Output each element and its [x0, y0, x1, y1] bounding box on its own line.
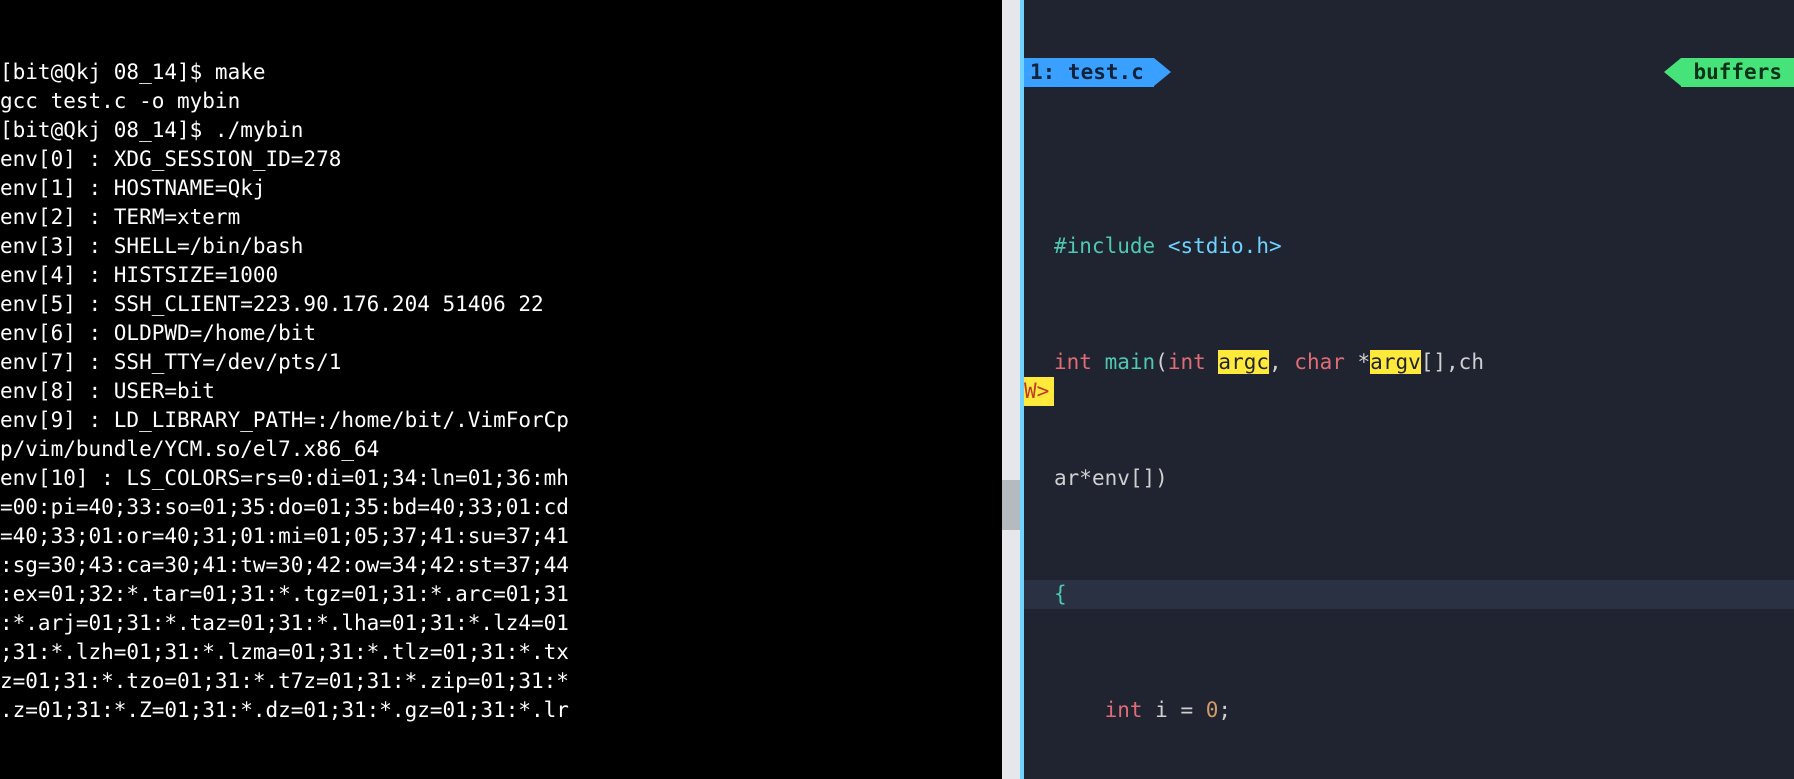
buffers-label: buffers [1693, 58, 1782, 87]
terminal-line: env[0] : XDG_SESSION_ID=278 [0, 145, 1002, 174]
terminal-line: =00:pi=40;33:so=01;35:do=01;35:bd=40;33;… [0, 493, 1002, 522]
fn-main: main [1105, 350, 1156, 374]
terminal-line: =40;33;01:or=40;31;01:mi=01;05;37;41:su=… [0, 522, 1002, 551]
tail: []) [1130, 466, 1168, 490]
code-line-current: { [1024, 580, 1794, 609]
brace-open: { [1054, 582, 1067, 606]
kw-int: int [1054, 350, 1092, 374]
terminal-line: [bit@Qkj 08_14]$ make [0, 58, 1002, 87]
terminal-line: :sg=30;43:ca=30;41:tw=30;42:ow=34;42:st=… [0, 551, 1002, 580]
kw-int: int [1105, 698, 1143, 722]
code-line: ar*env[]) [1024, 464, 1794, 493]
scrollbar-thumb[interactable] [1002, 480, 1020, 530]
tabline: 1: test.c buffers [1024, 58, 1794, 87]
tail: [],ch [1421, 350, 1484, 374]
num-zero: 0 [1206, 698, 1219, 722]
terminal-line: env[7] : SSH_TTY=/dev/pts/1 [0, 348, 1002, 377]
space [1206, 350, 1219, 374]
terminal-line: gcc test.c -o mybin [0, 87, 1002, 116]
scrollbar-track[interactable] [1002, 0, 1020, 779]
terminal-line: [bit@Qkj 08_14]$ ./mybin [0, 116, 1002, 145]
terminal-output: [bit@Qkj 08_14]$ makegcc test.c -o mybin… [0, 58, 1002, 725]
include-kw: #include [1054, 234, 1155, 258]
terminal-line: env[4] : HISTSIZE=1000 [0, 261, 1002, 290]
terminal-line: :ex=01;32:*.tar=01;31:*.tgz=01;31:*.arc=… [0, 580, 1002, 609]
terminal-line: env[2] : TERM=xterm [0, 203, 1002, 232]
tabline-spacer [1154, 58, 1682, 87]
terminal-line: ;31:*.lzh=01;31:*.lzma=01;31:*.tlz=01;31… [0, 638, 1002, 667]
kw-int: int [1168, 350, 1206, 374]
include-header: <stdio.h> [1168, 234, 1282, 258]
terminal-line: z=01;31:*.tzo=01;31:*.t7z=01;31:*.zip=01… [0, 667, 1002, 696]
editor-pane[interactable]: 1: test.c buffers #include <stdio.h> W>i… [1024, 0, 1794, 779]
code-line: int i = 0; [1024, 696, 1794, 725]
wrap-ar: ar [1054, 466, 1079, 490]
warning-gutter-icon: W> [1024, 377, 1054, 406]
buffers-button[interactable]: buffers [1681, 58, 1794, 87]
param-argc: argc [1218, 350, 1269, 374]
star: * [1345, 350, 1370, 374]
paren: ( [1155, 350, 1168, 374]
terminal-pane[interactable]: [bit@Qkj 08_14]$ makegcc test.c -o mybin… [0, 0, 1002, 779]
param-argv: argv [1370, 350, 1421, 374]
code-line: #include <stdio.h> [1024, 232, 1794, 261]
terminal-line: env[5] : SSH_CLIENT=223.90.176.204 51406… [0, 290, 1002, 319]
star: * [1079, 466, 1092, 490]
param-env: env [1092, 466, 1130, 490]
tab-test-c[interactable]: 1: test.c [1024, 58, 1154, 87]
terminal-line: p/vim/bundle/YCM.so/el7.x86_64 [0, 435, 1002, 464]
kw-char: char [1294, 350, 1345, 374]
terminal-line: env[9] : LD_LIBRARY_PATH=:/home/bit/.Vim… [0, 406, 1002, 435]
code-area[interactable]: #include <stdio.h> W>int main(int argc, … [1024, 174, 1794, 779]
terminal-line: .z=01;31:*.Z=01;31:*.dz=01;31:*.gz=01;31… [0, 696, 1002, 725]
terminal-line: env[8] : USER=bit [0, 377, 1002, 406]
indent [1054, 698, 1105, 722]
terminal-line: env[3] : SHELL=/bin/bash [0, 232, 1002, 261]
terminal-line: env[6] : OLDPWD=/home/bit [0, 319, 1002, 348]
terminal-line: env[1] : HOSTNAME=Qkj [0, 174, 1002, 203]
semi: ; [1218, 698, 1231, 722]
terminal-line: env[10] : LS_COLORS=rs=0:di=01;34:ln=01;… [0, 464, 1002, 493]
decl: i = [1143, 698, 1206, 722]
code-line: W>int main(int argc, char *argv[],ch [1024, 348, 1794, 377]
tab-label: 1: test.c [1030, 58, 1144, 87]
comma: , [1269, 350, 1294, 374]
pane-splitter[interactable] [1002, 0, 1024, 779]
terminal-line: :*.arj=01;31:*.taz=01;31:*.lha=01;31:*.l… [0, 609, 1002, 638]
